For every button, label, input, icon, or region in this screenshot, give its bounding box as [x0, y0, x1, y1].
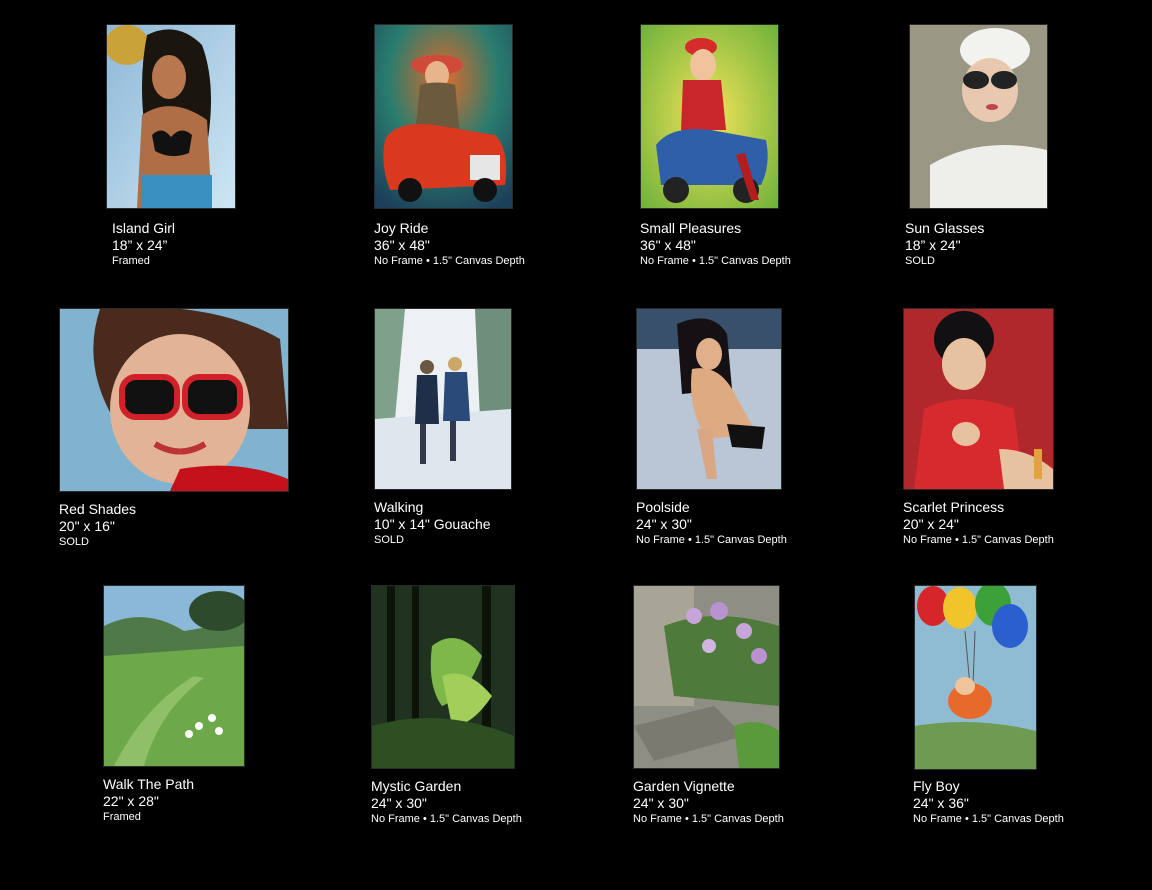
artwork-size: 36" x 48" [374, 237, 430, 253]
artwork-thumbnail[interactable] [909, 24, 1048, 209]
artwork-size: 24" x 30" [371, 795, 427, 811]
artwork-thumbnail[interactable] [374, 308, 512, 490]
artwork-size: 10" x 14" Gouache [374, 516, 491, 532]
artwork-thumbnail[interactable] [103, 585, 245, 767]
artwork-title[interactable]: Mystic Garden [371, 778, 522, 795]
artwork-note: No Frame • 1.5" Canvas Depth [903, 534, 1054, 546]
artwork-size: 20" x 16" [59, 518, 115, 534]
artwork-thumbnail[interactable] [636, 308, 782, 490]
artwork-title[interactable]: Fly Boy [913, 778, 1064, 795]
artwork-title[interactable]: Sun Glasses [905, 220, 984, 237]
artwork-thumbnail[interactable] [633, 585, 780, 769]
artwork-size: 24" x 36" [913, 795, 969, 811]
artwork-thumbnail[interactable] [640, 24, 779, 209]
artwork-title[interactable]: Red Shades [59, 501, 136, 518]
artwork-note: SOLD [905, 255, 935, 267]
artwork-size: 24" x 30" [636, 516, 692, 532]
artwork-size: 18” x 24" [905, 237, 961, 253]
artwork-size: 22" x 28" [103, 793, 159, 809]
artwork-thumbnail[interactable] [59, 308, 289, 492]
artwork-note: No Frame • 1.5" Canvas Depth [636, 534, 787, 546]
artwork-thumbnail[interactable] [374, 24, 513, 209]
artwork-note: No Frame • 1.5" Canvas Depth [371, 813, 522, 825]
artwork-title[interactable]: Walk The Path [103, 776, 194, 793]
artwork-title[interactable]: Garden Vignette [633, 778, 784, 795]
artwork-title[interactable]: Joy Ride [374, 220, 525, 237]
artwork-title[interactable]: Island Girl [112, 220, 175, 237]
artwork-note: No Frame • 1.5" Canvas Depth [913, 813, 1064, 825]
artwork-title[interactable]: Scarlet Princess [903, 499, 1054, 516]
artwork-thumbnail[interactable] [371, 585, 515, 769]
artwork-thumbnail[interactable] [903, 308, 1054, 490]
artwork-note: No Frame • 1.5" Canvas Depth [633, 813, 784, 825]
artwork-size: 18” x 24” [112, 237, 168, 253]
artwork-note: Framed [103, 811, 141, 823]
artwork-thumbnail[interactable] [106, 24, 236, 209]
artwork-size: 20" x 24" [903, 516, 959, 532]
artwork-title[interactable]: Small Pleasures [640, 220, 791, 237]
artwork-note: Framed [112, 255, 150, 267]
artwork-size: 36" x 48" [640, 237, 696, 253]
artwork-size: 24" x 30" [633, 795, 689, 811]
artwork-title[interactable]: Walking [374, 499, 491, 516]
artwork-note: No Frame • 1.5" Canvas Depth [374, 255, 525, 267]
artwork-note: SOLD [374, 534, 404, 546]
artwork-title[interactable]: Poolside [636, 499, 787, 516]
artwork-note: SOLD [59, 536, 89, 548]
artwork-note: No Frame • 1.5" Canvas Depth [640, 255, 791, 267]
artwork-thumbnail[interactable] [914, 585, 1037, 770]
